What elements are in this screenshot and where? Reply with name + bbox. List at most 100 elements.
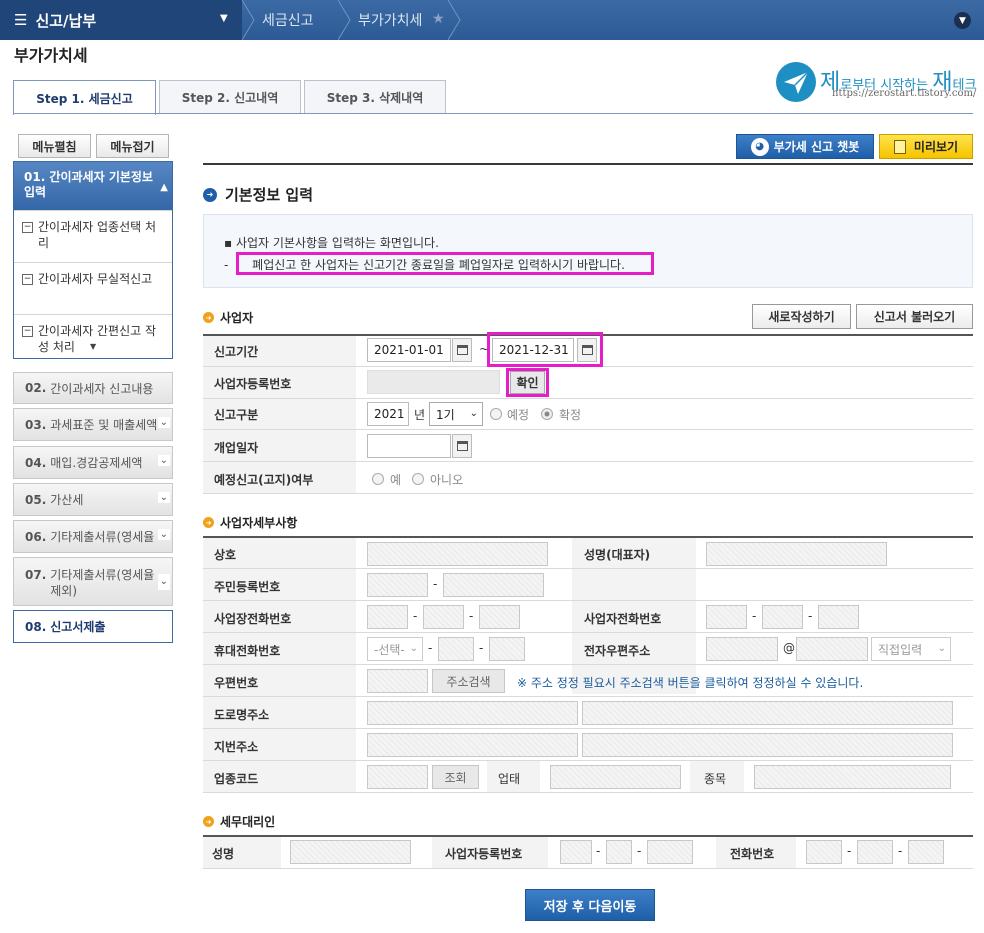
chevron-down-icon: ⌄ <box>409 643 418 654</box>
menu-item-05[interactable]: 05. 가산세 ⌄ <box>13 483 173 516</box>
road-address-2-input[interactable] <box>582 701 953 725</box>
biz-tel-3-input[interactable] <box>818 605 859 629</box>
lookup-button[interactable]: 조회 <box>432 765 479 789</box>
tab-step3-delete-history[interactable]: Step 3. 삭제내역 <box>304 80 446 114</box>
vat-chatbot-button[interactable]: ◕ 부가세 신고 챗봇 <box>736 134 874 159</box>
agent-reg-2-input[interactable] <box>606 840 632 864</box>
menu-sub-simple-report[interactable]: − 간이과세자 간편신고 작성 처리 <box>14 314 172 358</box>
tab-step2-report-history[interactable]: Step 2. 신고내역 <box>159 80 301 114</box>
radio-preliminary[interactable] <box>490 408 502 420</box>
tab-step1-tax-report[interactable]: Step 1. 세금신고 <box>13 80 156 115</box>
menu-item-03[interactable]: 03. 과세표준 및 매출세액 ⌄ <box>13 408 173 441</box>
arrow-circle-icon: ➜ <box>203 312 214 323</box>
company-input[interactable] <box>367 542 548 566</box>
calendar-icon[interactable] <box>452 434 472 458</box>
preview-button[interactable]: 미리보기 <box>879 134 973 159</box>
menu-item-08[interactable]: 08. 신고서제출 <box>13 610 173 643</box>
agent-phone-3-input[interactable] <box>908 840 944 864</box>
calendar-icon[interactable] <box>577 338 597 362</box>
email-domain-input[interactable] <box>796 637 868 661</box>
breadcrumb-vat[interactable]: 부가가치세 <box>358 0 422 40</box>
term-select[interactable]: 1기 ⌄ <box>429 402 483 426</box>
ceo-input[interactable] <box>706 542 887 566</box>
menu-sub-industry-select[interactable]: − 간이과세자 업종선택 처리 <box>14 210 172 262</box>
menu-collapse-button[interactable]: 메뉴접기 <box>96 134 169 158</box>
label-report-type: 신고구분 <box>214 408 259 422</box>
mobile-3-input[interactable] <box>489 637 525 661</box>
radio-final[interactable] <box>541 408 553 420</box>
label-lot-address: 지번주소 <box>214 740 259 754</box>
mobile-prefix-select[interactable]: -선택- ⌄ <box>367 637 423 661</box>
lot-address-2-input[interactable] <box>582 733 953 757</box>
road-address-1-input[interactable] <box>367 701 578 725</box>
menu-sub-no-performance[interactable]: − 간이과세자 무실적신고 <box>14 262 172 314</box>
radio-yes[interactable] <box>372 473 384 485</box>
menu-item-02[interactable]: 02. 간이과세자 신고내용 <box>13 372 173 404</box>
biz-tel-2-input[interactable] <box>762 605 803 629</box>
agent-phone-2-input[interactable] <box>857 840 893 864</box>
scroll-down-arrow-icon[interactable]: ▼ <box>90 342 96 351</box>
resident-no-1-input[interactable] <box>367 573 428 597</box>
breadcrumb-separator-icon <box>241 0 256 41</box>
menu-item-06[interactable]: 06. 기타제출서류(영세율 ⌄ <box>13 520 173 553</box>
period-start-input[interactable]: 2021-01-01 <box>367 338 451 362</box>
confirm-button[interactable]: 확인 <box>510 371 545 394</box>
label-industry-code: 업종코드 <box>214 772 259 786</box>
info-text-1: ▪ 사업자 기본사항을 입력하는 화면입니다. <box>224 236 439 250</box>
biz-phone-2-input[interactable] <box>423 605 464 629</box>
table-top-border <box>203 835 973 837</box>
item-input[interactable] <box>754 765 951 789</box>
chevron-down-icon: ⌄ <box>157 491 170 503</box>
collapse-chevron-icon[interactable]: ▼ <box>954 12 971 29</box>
label-open-date: 개업일자 <box>214 441 259 455</box>
blog-logo-url: https://zerostart.tistory.com/ <box>832 88 977 99</box>
biz-phone-1-input[interactable] <box>367 605 408 629</box>
zip-input[interactable] <box>367 669 428 693</box>
menu-item-07[interactable]: 07. 기타제출서류(영세율 제외) ⌄ <box>13 557 173 606</box>
menu-item-basic-info-active[interactable]: 01. 간이과세자 기본정보 입력 ▲ <box>14 162 172 210</box>
agent-name-input[interactable] <box>290 840 411 864</box>
favorite-star-icon[interactable]: ★ <box>432 11 445 27</box>
chevron-down-icon: ⌄ <box>157 528 170 540</box>
menu-item-04[interactable]: 04. 매입.경감공제세액 ⌄ <box>13 446 173 479</box>
biz-phone-3-input[interactable] <box>479 605 520 629</box>
label-email: 전자우편주소 <box>584 644 651 658</box>
agent-phone-1-input[interactable] <box>806 840 842 864</box>
address-search-button[interactable]: 주소검색 <box>432 669 505 693</box>
save-and-next-button[interactable]: 저장 후 다음이동 <box>525 889 655 921</box>
reg-no-input[interactable] <box>367 370 500 394</box>
label-agent-name: 성명 <box>212 847 235 861</box>
open-date-input[interactable] <box>367 434 451 458</box>
heading-business-detail: ➜ 사업자세부사항 <box>203 514 297 531</box>
paper-plane-logo-icon <box>776 62 816 102</box>
radio-no[interactable] <box>412 473 424 485</box>
nav-main-menu[interactable]: ☰ 신고/납부 ▼ <box>0 0 242 40</box>
label-agent-phone: 전화번호 <box>730 847 775 861</box>
calendar-icon[interactable] <box>452 338 472 362</box>
industry-code-input[interactable] <box>367 765 428 789</box>
mobile-2-input[interactable] <box>438 637 474 661</box>
nav-main-label: 신고/납부 <box>35 11 97 30</box>
arrow-circle-icon: ➜ <box>203 187 217 202</box>
biz-tel-1-input[interactable] <box>706 605 747 629</box>
biz-type-input[interactable] <box>550 765 681 789</box>
heading-tax-agent: ➜ 세무대리인 <box>203 813 275 830</box>
label-period: 신고기간 <box>214 345 259 359</box>
label-reg-no: 사업자등록번호 <box>214 377 292 391</box>
menu-expand-button[interactable]: 메뉴펼침 <box>18 134 91 158</box>
email-domain-select[interactable]: 직접입력 ⌄ <box>871 637 951 661</box>
breadcrumb-separator-icon <box>447 0 462 41</box>
label-mobile: 휴대전화번호 <box>214 644 281 658</box>
agent-reg-1-input[interactable] <box>560 840 592 864</box>
lot-address-1-input[interactable] <box>367 733 578 757</box>
new-form-button[interactable]: 새로작성하기 <box>752 304 851 329</box>
chevron-down-icon: ⌄ <box>469 408 478 419</box>
document-icon <box>893 139 906 154</box>
email-id-input[interactable] <box>706 637 778 661</box>
year-input[interactable]: 2021 <box>367 402 409 426</box>
agent-reg-3-input[interactable] <box>647 840 693 864</box>
resident-no-2-input[interactable] <box>443 573 544 597</box>
period-end-input[interactable]: 2021-12-31 <box>492 338 574 362</box>
load-form-button[interactable]: 신고서 불러오기 <box>856 304 973 329</box>
breadcrumb-tax-report[interactable]: 세금신고 <box>262 0 314 40</box>
